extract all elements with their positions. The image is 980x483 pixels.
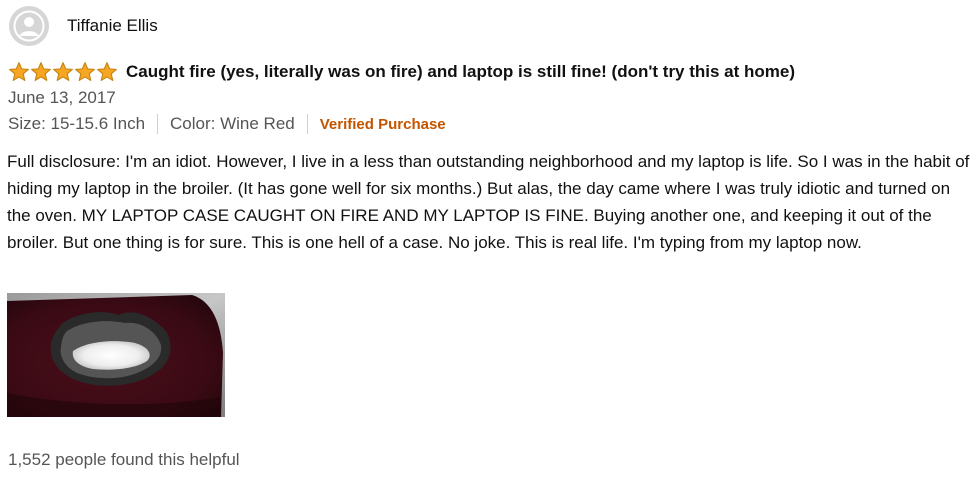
review-header: Caught fire (yes, literally was on fire)… bbox=[8, 61, 795, 83]
verified-purchase-badge[interactable]: Verified Purchase bbox=[320, 116, 446, 133]
reviewer-profile[interactable]: Tiffanie Ellis bbox=[9, 6, 158, 46]
divider bbox=[157, 114, 159, 134]
helpful-count: 1,552 people found this helpful bbox=[8, 450, 240, 469]
review-attributes: Size: 15-15.6 Inch Color: Wine Red Verif… bbox=[8, 114, 446, 134]
product-color-option: Color: Wine Red bbox=[170, 114, 295, 133]
star-icon bbox=[9, 62, 29, 81]
divider bbox=[306, 114, 308, 134]
reviewer-name[interactable]: Tiffanie Ellis bbox=[67, 16, 158, 36]
star-icon bbox=[31, 62, 51, 81]
star-icon bbox=[75, 62, 95, 81]
product-size-option[interactable]: Size: 15-15.6 Inch bbox=[8, 114, 145, 134]
review-photo-thumbnail[interactable] bbox=[7, 293, 225, 417]
customer-review: Tiffanie Ellis Caught fire (yes, literal… bbox=[0, 0, 980, 483]
star-icon bbox=[97, 62, 117, 81]
review-body: Full disclosure: I'm an idiot. However, … bbox=[7, 152, 970, 252]
default-avatar-icon[interactable] bbox=[9, 6, 49, 46]
review-date: June 13, 2017 bbox=[8, 88, 116, 107]
review-title[interactable]: Caught fire (yes, literally was on fire)… bbox=[126, 62, 795, 82]
star-rating[interactable] bbox=[8, 61, 118, 83]
star-icon bbox=[53, 62, 73, 81]
